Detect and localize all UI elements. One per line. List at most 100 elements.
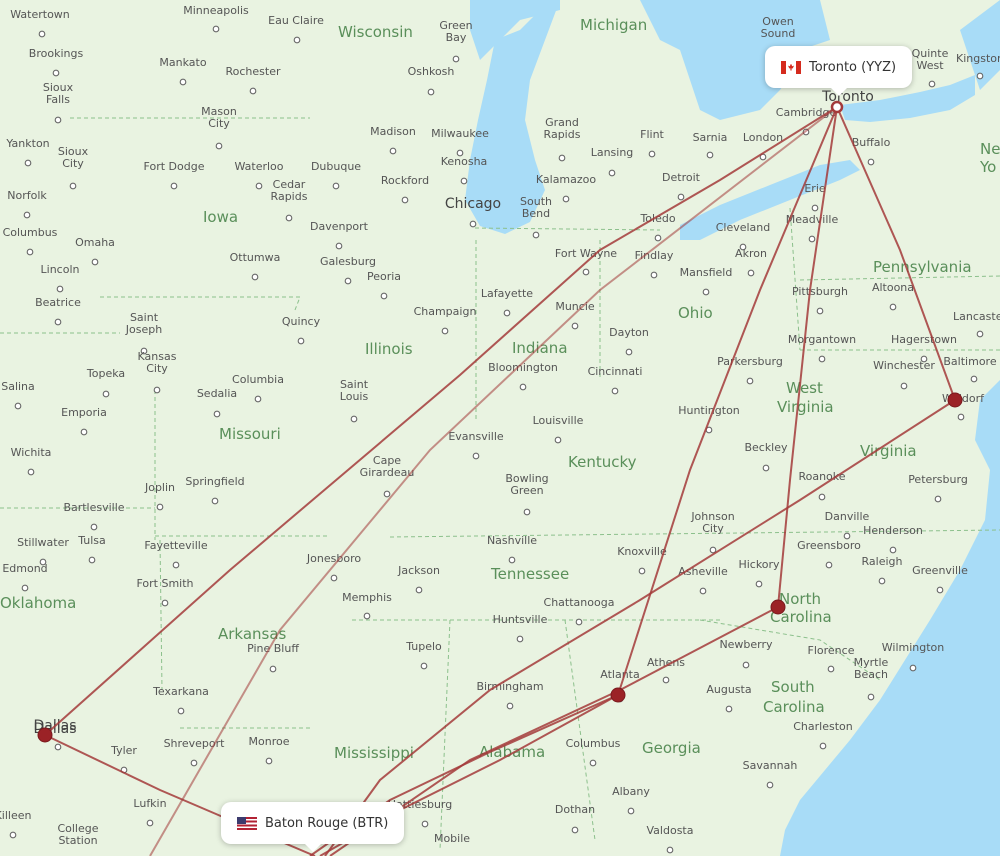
city-label: Galesburg xyxy=(320,255,376,268)
city-label: Tupelo xyxy=(405,640,442,653)
city-dot xyxy=(363,612,371,620)
city-dot xyxy=(297,337,305,345)
city-dot xyxy=(558,154,566,162)
city-dot xyxy=(503,309,511,317)
city-label: Meadville xyxy=(786,213,839,226)
city-label: Beckley xyxy=(744,441,788,454)
city-label: Wichita xyxy=(11,446,52,459)
route-map[interactable]: Wisconsin Michigan Iowa Illinois Indiana… xyxy=(0,0,1000,856)
city-dot xyxy=(523,508,531,516)
city-label: London xyxy=(743,131,783,144)
stop-marker-washington[interactable] xyxy=(947,392,963,408)
state-label: Ohio xyxy=(678,304,713,322)
city-label: Altoona xyxy=(872,281,914,294)
city-label: Champaign xyxy=(414,305,477,318)
city-dot xyxy=(762,464,770,472)
city-dot xyxy=(627,807,635,815)
state-label: Georgia xyxy=(642,739,701,757)
city-label: Flint xyxy=(640,128,664,141)
city-dot xyxy=(709,546,717,554)
city-label: Winchester xyxy=(873,359,935,372)
city-label: Rockford xyxy=(381,174,429,187)
city-dot xyxy=(54,116,62,124)
city-label: Joplin xyxy=(144,481,175,494)
state-label: Wisconsin xyxy=(338,23,413,41)
city-label: Sarnia xyxy=(693,131,728,144)
stop-marker-atlanta[interactable] xyxy=(610,687,626,703)
city-label: Florence xyxy=(808,644,855,657)
city-dot xyxy=(90,523,98,531)
city-label: Wilmington xyxy=(882,641,945,654)
city-label: Fort Wayne xyxy=(555,247,617,260)
city-dot xyxy=(825,561,833,569)
city-label: Cedar Rapids xyxy=(271,178,308,203)
stop-marker-dallas[interactable] xyxy=(37,727,53,743)
city-label: Mobile xyxy=(434,832,470,845)
city-label: Kenosha xyxy=(441,155,488,168)
city-dot xyxy=(934,495,942,503)
city-dot xyxy=(811,204,819,212)
city-label: Memphis xyxy=(342,591,392,604)
city-label: Emporia xyxy=(61,406,107,419)
city-dot xyxy=(506,702,514,710)
state-label: Ne xyxy=(980,140,1000,158)
city-label: Dothan xyxy=(555,803,595,816)
city-dot xyxy=(662,676,670,684)
city-dot xyxy=(976,330,984,338)
city-label: Saint Joseph xyxy=(125,311,162,336)
city-dot xyxy=(827,665,835,673)
city-dot xyxy=(14,402,22,410)
city-dot xyxy=(755,580,763,588)
city-label: Chattanooga xyxy=(544,596,615,609)
destination-label: Baton Rouge (BTR) xyxy=(265,815,389,831)
city-dot xyxy=(177,707,185,715)
city-dot xyxy=(401,196,409,204)
city-dot xyxy=(69,182,77,190)
state-label: Iowa xyxy=(203,208,238,226)
city-dot xyxy=(936,586,944,594)
city-dot xyxy=(742,661,750,669)
city-label: Tulsa xyxy=(77,534,106,547)
city-dot xyxy=(867,693,875,701)
city-dot xyxy=(571,826,579,834)
city-dot xyxy=(516,635,524,643)
city-label: Lufkin xyxy=(133,797,166,810)
destination-popup[interactable]: Baton Rouge (BTR) xyxy=(221,802,405,852)
origin-marker[interactable] xyxy=(830,100,844,114)
city-dot xyxy=(638,567,646,575)
city-label: Columbia xyxy=(232,373,284,386)
city-dot xyxy=(571,322,579,330)
state-label: Arkansas xyxy=(218,625,287,643)
city-dot xyxy=(211,497,219,505)
city-dot xyxy=(766,781,774,789)
city-dot xyxy=(170,182,178,190)
city-label: Bartlesville xyxy=(63,501,124,514)
state-label: Oklahoma xyxy=(0,594,76,612)
city-dot xyxy=(843,532,851,540)
city-label: Bowling Green xyxy=(505,472,548,497)
state-label: Kentucky xyxy=(568,453,637,471)
city-label: Petersburg xyxy=(908,473,968,486)
city-label: Grand Rapids xyxy=(544,116,581,141)
city-label: Sedalia xyxy=(197,387,237,400)
city-label: Greensboro xyxy=(797,539,861,552)
stop-marker-charlotte[interactable] xyxy=(770,599,786,615)
city-dot xyxy=(285,214,293,222)
city-label: Pine Bluff xyxy=(247,642,299,655)
city-dot xyxy=(441,327,449,335)
city-label: Beatrice xyxy=(35,296,81,309)
city-label: Madison xyxy=(370,125,416,138)
city-dot xyxy=(212,25,220,33)
city-label: Topeka xyxy=(86,367,125,380)
city-label: Texarkana xyxy=(152,685,209,698)
origin-popup[interactable]: Toronto (YYZ) xyxy=(765,46,913,96)
city-dot xyxy=(156,503,164,511)
city-label: Lansing xyxy=(591,146,634,159)
city-dot xyxy=(332,182,340,190)
city-label: Waterloo xyxy=(234,160,283,173)
state-label: Tennessee xyxy=(490,565,569,583)
city-label: Killeen xyxy=(0,809,31,822)
city-label: Tyler xyxy=(110,744,137,757)
city-label: Augusta xyxy=(706,683,751,696)
city-dot xyxy=(146,819,154,827)
